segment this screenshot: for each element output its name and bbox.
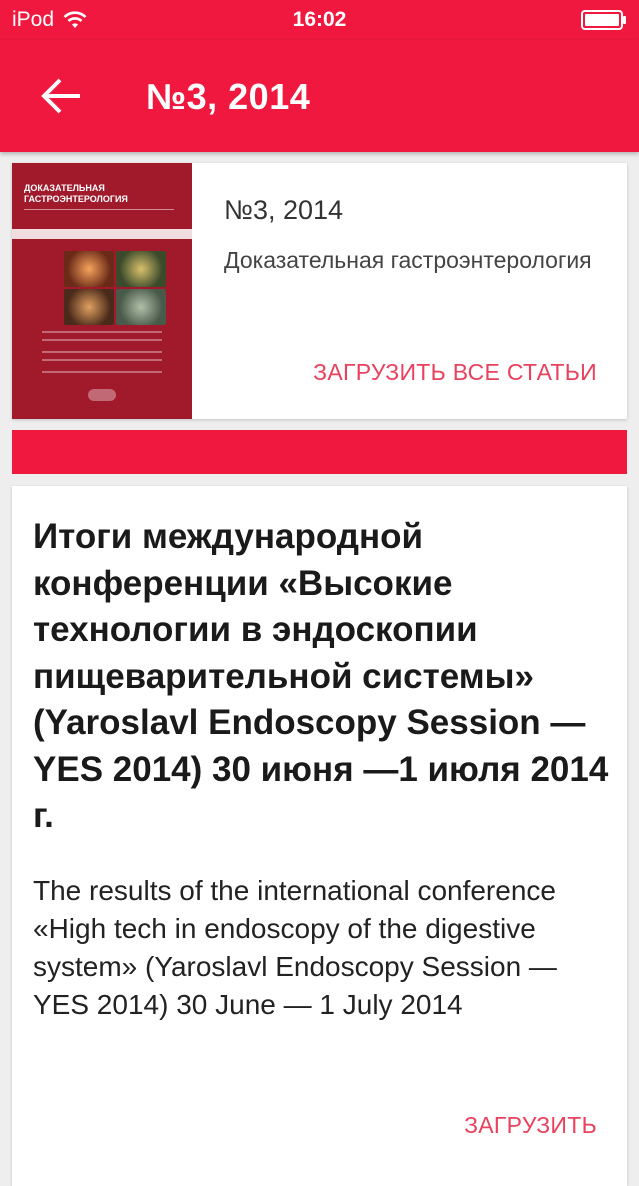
page-title: №3, 2014 — [146, 76, 311, 117]
section-divider — [12, 430, 627, 474]
download-article-button[interactable]: ЗАГРУЗИТЬ — [464, 1112, 597, 1139]
cover-title: ДОКАЗАТЕЛЬНАЯ ГАСТРОЭНТЕРОЛОГИЯ — [24, 183, 128, 204]
cover-photo — [116, 251, 166, 287]
cover-text-line — [42, 359, 162, 361]
cover-photo — [116, 289, 166, 325]
download-all-button[interactable]: ЗАГРУЗИТЬ ВСЕ СТАТЬИ — [313, 359, 597, 386]
issue-number: №3, 2014 — [224, 195, 344, 225]
issue-card: ДОКАЗАТЕЛЬНАЯ ГАСТРОЭНТЕРОЛОГИЯ №3, 2014… — [12, 163, 627, 419]
battery-icon — [581, 10, 626, 30]
status-time: 16:02 — [292, 8, 347, 31]
article-title-english: The results of the international confere… — [33, 875, 557, 1020]
cover-divider — [24, 209, 174, 223]
cover-text-line — [42, 339, 162, 341]
cover-text-line — [42, 371, 162, 373]
cover-photo — [64, 289, 114, 325]
cover-publisher-logo — [88, 389, 116, 401]
cover-photo — [64, 251, 114, 287]
cover-text-line — [42, 351, 162, 353]
cover-band — [12, 229, 192, 239]
journal-name: Доказательная гастроэнтерология — [224, 247, 592, 273]
status-bar: iPod 16:02 — [0, 0, 639, 40]
cover-text-line — [42, 331, 162, 333]
article-title: Итоги международной конференции «Высокие… — [33, 517, 609, 835]
arrow-left-icon[interactable] — [40, 76, 84, 116]
article-card[interactable]: Итоги международной конференции «Высокие… — [12, 486, 627, 1186]
app-bar: №3, 2014 — [0, 40, 639, 152]
journal-cover-image[interactable]: ДОКАЗАТЕЛЬНАЯ ГАСТРОЭНТЕРОЛОГИЯ — [12, 163, 192, 419]
